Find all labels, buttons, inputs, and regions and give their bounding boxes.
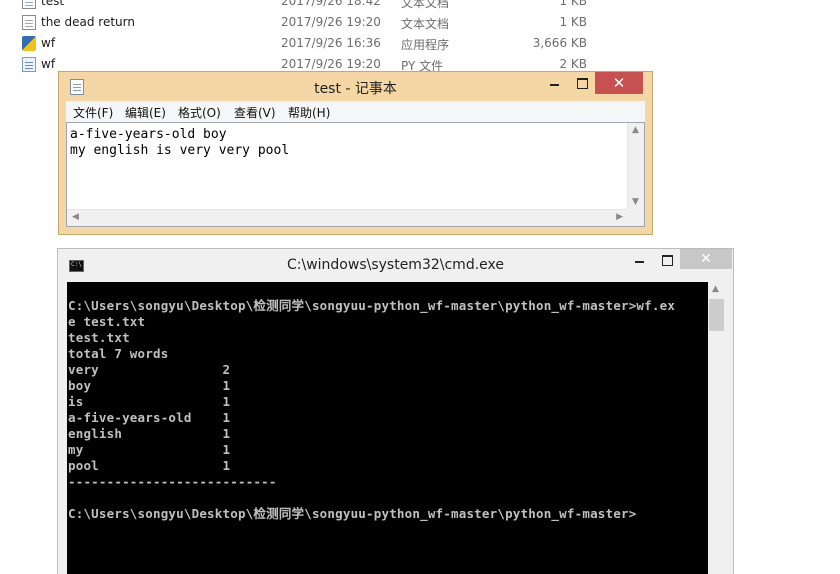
console-prompt: C:\Users\songyu\Desktop\检测同学\songyuu-pyt… [68,506,637,521]
cmd-titlebar[interactable]: C:\windows\system32\cmd.exe ✕ [58,249,733,281]
file-type: 应用程序 [401,38,450,52]
console-line: pool 1 [68,458,231,473]
console-line: test.txt [68,330,130,345]
console-output[interactable]: C:\Users\songyu\Desktop\检测同学\songyuu-pyt… [67,282,708,574]
file-size: 3,666 KB [532,36,587,50]
text-editor[interactable]: a-five-years-old boy my english is very … [66,122,645,227]
file-row[interactable]: the dead return 2017/9/26 19:20 文本文档 1 K… [0,12,840,33]
menu-bar: 文件(F) 编辑(E) 格式(O) 查看(V) 帮助(H) [66,101,645,122]
file-row[interactable]: test 2017/9/26 18:42 文本文档 1 KB [0,0,840,12]
close-button[interactable]: ✕ [680,249,732,269]
menu-edit[interactable]: 编辑(E) [125,104,166,121]
file-name: test [41,0,65,8]
file-date: 2017/9/26 16:36 [281,36,381,50]
file-name: wf [41,57,56,71]
cmd-window: C:\windows\system32\cmd.exe ✕ C:\Users\s… [57,248,734,574]
menu-view[interactable]: 查看(V) [234,104,276,121]
text-file-icon [22,0,36,9]
explorer-file-list: test 2017/9/26 18:42 文本文档 1 KB the dead … [0,0,840,80]
scroll-down-icon[interactable]: ▼ [632,197,639,207]
vertical-scrollbar[interactable]: ▲ ▼ [627,123,644,209]
scroll-up-icon[interactable]: ▲ [632,125,639,135]
scroll-left-icon[interactable]: ◀ [72,212,79,222]
scroll-up-icon[interactable]: ▲ [712,284,719,294]
console-line: english 1 [68,426,231,441]
menu-format[interactable]: 格式(O) [178,104,221,121]
file-type: 文本文档 [401,17,450,31]
editor-line: a-five-years-old boy [70,127,227,142]
exe-file-icon [22,36,36,51]
file-size: 1 KB [559,15,587,29]
horizontal-scrollbar[interactable]: ◀ ▶ [67,209,628,226]
notepad-titlebar[interactable]: test - 记事本 ✕ [59,72,652,102]
maximize-button[interactable] [653,249,680,269]
console-line: very 2 [68,362,231,377]
file-date: 2017/9/26 19:20 [281,15,381,29]
maximize-button[interactable] [568,72,595,94]
console-line: e test.txt [68,314,146,329]
minimize-button[interactable] [541,72,568,94]
menu-help[interactable]: 帮助(H) [288,104,330,121]
file-row[interactable]: wf 2017/9/26 16:36 应用程序 3,666 KB [0,33,840,54]
file-type: 文本文档 [401,0,450,10]
minimize-button[interactable] [626,249,653,269]
console-line: boy 1 [68,378,231,393]
console-line: C:\Users\songyu\Desktop\检测同学\songyuu-pyt… [68,298,676,313]
text-file-icon [22,15,36,30]
editor-line: my english is very very pool [70,143,290,158]
console-line: total 7 words [68,346,169,361]
py-file-icon [22,57,36,72]
vertical-scrollbar[interactable]: ▲ [708,282,725,574]
console-line: --------------------------- [68,474,277,489]
scrollbar-corner [627,209,644,226]
console-line: a-five-years-old 1 [68,410,231,425]
menu-file[interactable]: 文件(F) [73,104,113,121]
file-date: 2017/9/26 19:20 [281,57,381,71]
console-line: is 1 [68,394,231,409]
notepad-window: test - 记事本 ✕ 文件(F) 编辑(E) 格式(O) 查看(V) 帮助(… [58,71,653,235]
file-name: wf [41,36,56,50]
file-size: 1 KB [559,0,587,8]
file-date: 2017/9/26 18:42 [281,0,381,8]
file-name: the dead return [41,15,135,29]
close-button[interactable]: ✕ [595,72,643,94]
scroll-right-icon[interactable]: ▶ [616,212,623,222]
console-line: my 1 [68,442,231,457]
file-size: 2 KB [559,57,587,71]
scrollbar-thumb[interactable] [709,299,724,331]
